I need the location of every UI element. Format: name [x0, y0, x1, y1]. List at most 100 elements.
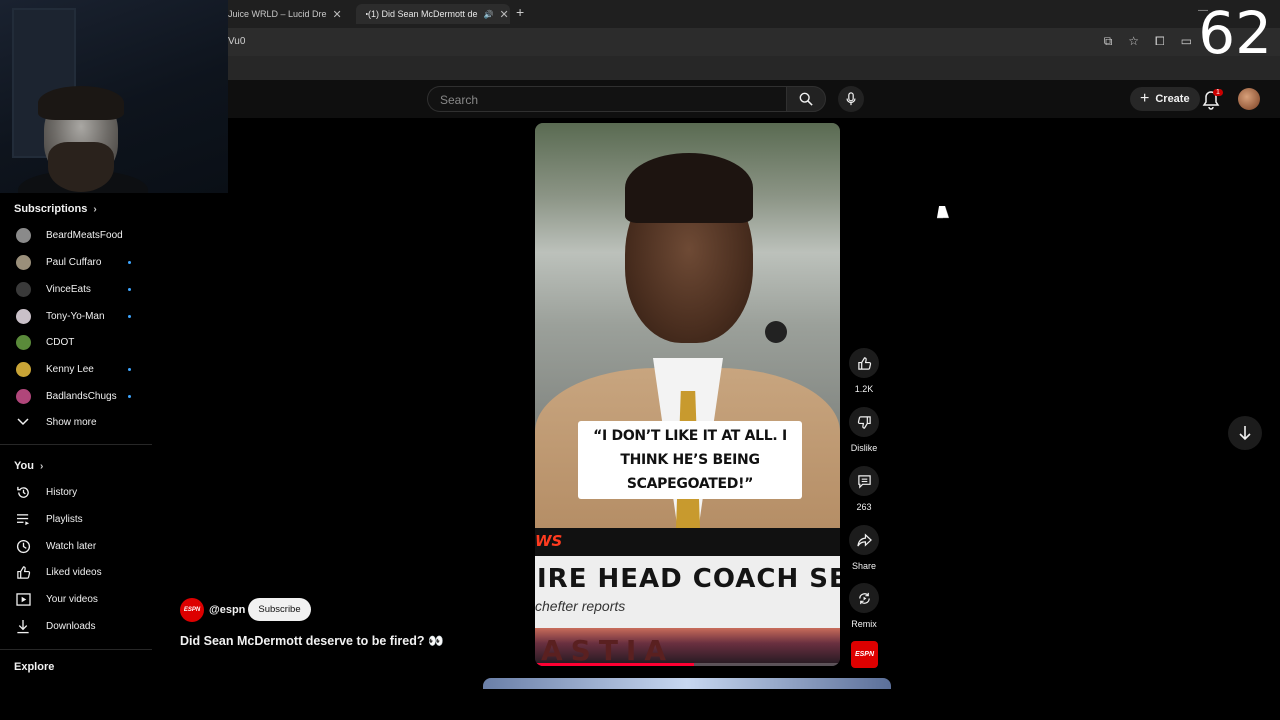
sidebar-item-label: BeardMeatsFood [46, 229, 123, 241]
video-quote-caption: “I DON’T LIKE IT AT ALL. I THINK HE’S BE… [578, 421, 802, 499]
headline-text: IRE HEAD COACH SE [537, 564, 840, 594]
chevron-down-icon [15, 414, 31, 430]
show-more-button[interactable]: Show more [0, 410, 152, 434]
like-button[interactable]: 1.2K [846, 348, 882, 394]
search-placeholder: Search [440, 93, 479, 107]
webcam-person-beard [48, 142, 114, 192]
sidebar-item-tony-yo-man[interactable]: Tony-Yo-Man [0, 304, 152, 328]
sidebar-item-beardmeatsfood[interactable]: BeardMeatsFood [0, 223, 152, 247]
channel-avatar[interactable]: ESPN [180, 598, 204, 622]
sidebar-item-label: Liked videos [46, 566, 102, 578]
channel-avatar [15, 227, 31, 243]
next-short-preview[interactable] [483, 678, 891, 689]
url-field[interactable]: Vu0 [228, 36, 245, 47]
sidebar-item-your-videos[interactable]: Your videos [0, 587, 152, 611]
tab-juice-wrld[interactable]: Juice WRLD – Lucid Dre ✕ [222, 4, 350, 24]
close-tab-icon[interactable]: ✕ [333, 8, 342, 21]
comment-count: 263 [856, 502, 872, 512]
create-button[interactable]: + Create [1130, 87, 1200, 111]
search-input[interactable]: Search [427, 86, 787, 112]
history-icon [15, 484, 31, 500]
sidebar-item-label: Playlists [46, 513, 83, 525]
sidebar-item-label: Downloads [46, 620, 96, 632]
channel-handle[interactable]: @espn [209, 604, 245, 616]
subscriptions-heading[interactable]: Subscriptions › [14, 203, 97, 215]
shorts-video-player[interactable]: “I DON’T LIKE IT AT ALL. I THINK HE’S BE… [535, 123, 840, 666]
sidebar-divider [0, 444, 152, 445]
download-icon [15, 618, 31, 634]
comments-button[interactable]: 263 [846, 466, 882, 512]
play-square-icon [15, 591, 31, 607]
channel-logo-button[interactable]: ESPN [851, 641, 878, 668]
banner-fragment: WS [535, 532, 563, 550]
sidebar-item-history[interactable]: History [0, 480, 152, 504]
search-icon [799, 92, 813, 106]
video-title[interactable]: Did Sean McDermott deserve to be fired? … [180, 634, 444, 649]
dislike-label: Dislike [850, 443, 878, 453]
you-heading[interactable]: You › [14, 460, 43, 472]
playlists-icon [15, 511, 31, 527]
tab-youtube-short[interactable]: (1) Did Sean McDermott de 🔊 ✕ [356, 4, 510, 24]
next-video-button[interactable] [1228, 416, 1262, 450]
like-count: 1.2K [854, 384, 874, 394]
channel-avatar [15, 308, 31, 324]
sidebar-item-label: BadlandsChugs [46, 390, 117, 402]
extensions-icon[interactable]: ⧠ [1155, 34, 1165, 49]
sidebar-item-cdot[interactable]: CDOT [0, 330, 152, 354]
sidebar-item-label: Your videos [46, 593, 98, 605]
thumbs-up-icon [15, 564, 31, 580]
sidebar-item-label: Watch later [46, 540, 97, 552]
clock-icon [15, 538, 31, 554]
sidebar-item-kenny-lee[interactable]: Kenny Lee [0, 357, 152, 381]
sidebar: Subscriptions › BeardMeatsFood Paul Cuff… [0, 193, 152, 720]
search-button[interactable] [786, 86, 826, 112]
counter-overlay: 62 [1198, 0, 1272, 67]
sidebar-item-label: History [46, 486, 78, 498]
remix-label: Remix [851, 619, 877, 629]
sidebar-item-downloads[interactable]: Downloads [0, 614, 152, 638]
chevron-right-icon: › [93, 203, 97, 215]
sidebar-item-liked-videos[interactable]: Liked videos [0, 560, 152, 584]
dislike-button[interactable]: Dislike [846, 407, 882, 453]
explore-heading: Explore [14, 661, 54, 673]
video-progress-bar[interactable] [535, 663, 840, 666]
sidebar-item-watch-later[interactable]: Watch later [0, 534, 152, 558]
bookmark-star-icon[interactable]: ☆ [1128, 34, 1139, 49]
notification-badge: 1 [1213, 89, 1223, 96]
microphone-icon [846, 92, 856, 106]
sidebar-item-playlists[interactable]: Playlists [0, 507, 152, 531]
tab-title: Juice WRLD – Lucid Dre [228, 9, 327, 19]
sidebar-item-badlandschugs[interactable]: BadlandsChugs [0, 384, 152, 408]
install-app-icon[interactable]: ⧉ [1104, 34, 1113, 49]
channel-avatar-text: ESPN [183, 607, 201, 613]
taskbar-area [0, 689, 1280, 720]
video-progress-fill [535, 663, 694, 666]
close-tab-icon[interactable]: ✕ [500, 8, 509, 21]
remix-button[interactable]: Remix [846, 583, 882, 629]
share-icon [856, 532, 872, 547]
voice-search-button[interactable] [838, 86, 864, 112]
channel-avatar [15, 281, 31, 297]
account-avatar[interactable] [1238, 88, 1260, 110]
new-content-dot [128, 394, 131, 398]
new-content-dot [128, 367, 131, 371]
sidebar-divider [0, 649, 152, 650]
sidebar-item-label: CDOT [46, 336, 75, 348]
side-panel-icon[interactable]: ▭ [1181, 34, 1192, 49]
show-more-label: Show more [46, 416, 97, 428]
audio-playing-icon[interactable]: 🔊 [484, 10, 494, 19]
new-content-dot [128, 287, 131, 291]
video-bottom-graphic: ASTIA [535, 628, 840, 666]
mouse-cursor-icon [936, 206, 952, 218]
subheadline-text: chefter reports [535, 598, 626, 614]
new-tab-button[interactable]: + [516, 4, 524, 20]
quote-line-1: “I DON’T LIKE IT AT ALL. I [593, 428, 787, 444]
thumbs-down-icon [857, 415, 871, 429]
share-button[interactable]: Share [846, 525, 882, 571]
sidebar-item-paul-cuffaro[interactable]: Paul Cuffaro [0, 250, 152, 274]
bottom-fragment: ASTIA [541, 634, 675, 666]
new-content-dot [128, 314, 131, 318]
comment-icon [857, 474, 871, 489]
sidebar-item-vinceeats[interactable]: VinceEats [0, 277, 152, 301]
subscribe-button[interactable]: Subscribe [248, 598, 311, 621]
